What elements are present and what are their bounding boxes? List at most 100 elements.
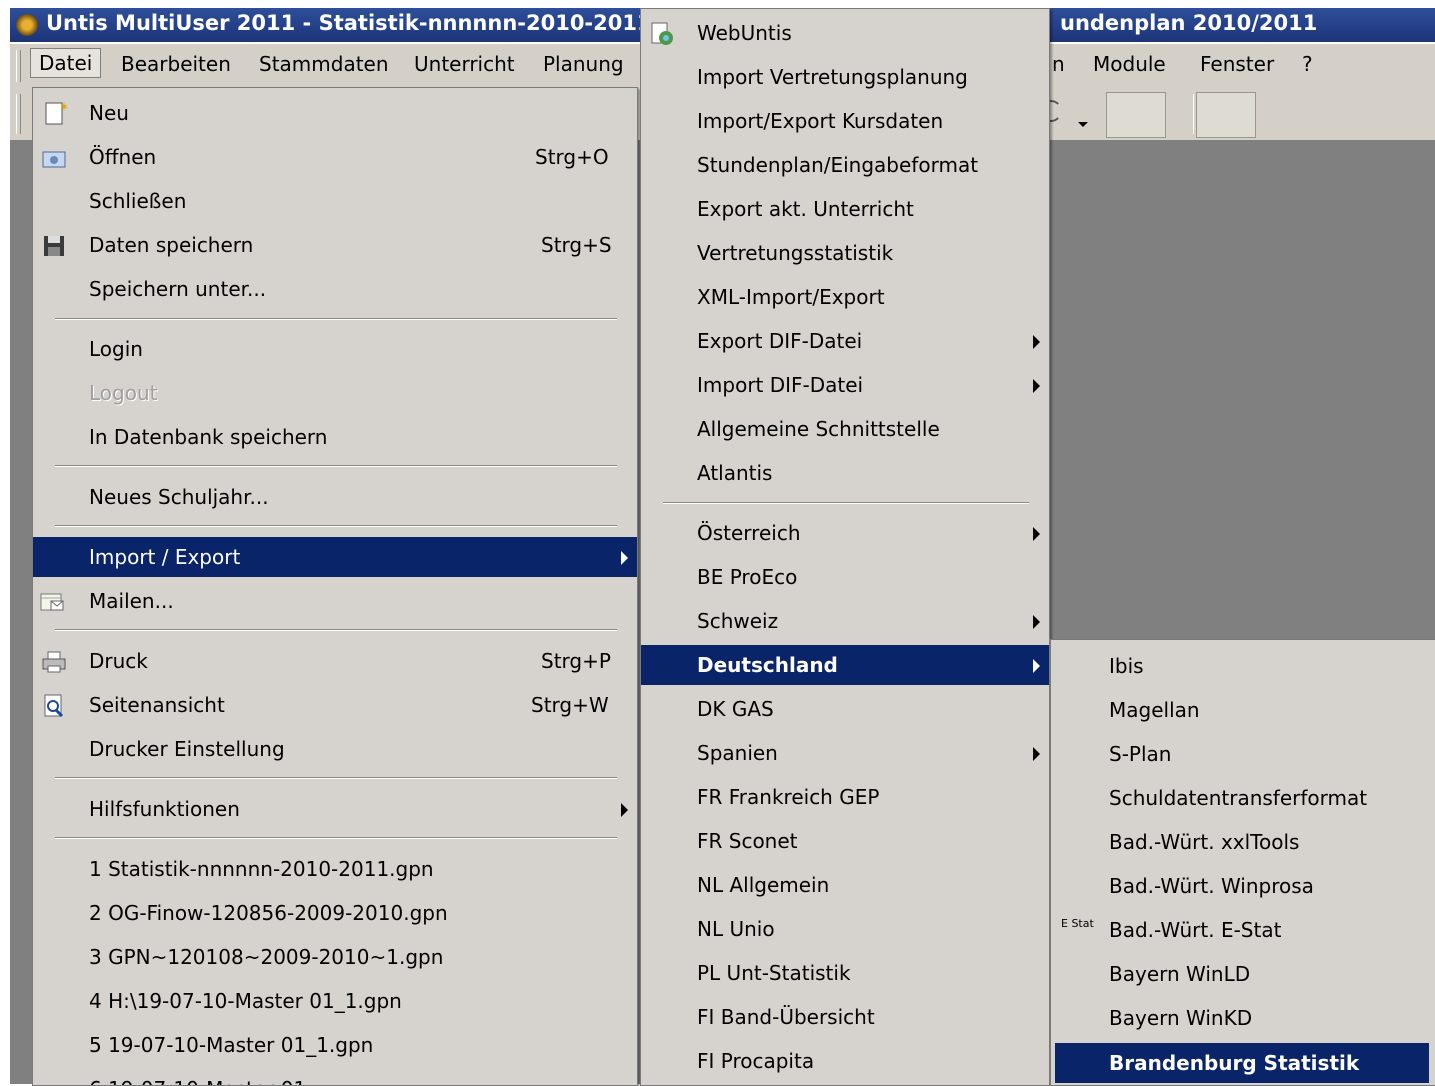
menu-item-be-proeco[interactable]: BE ProEco (641, 557, 1049, 597)
dropdown-arrow-icon[interactable] (1078, 122, 1088, 127)
menu-item-recent-file[interactable]: 3 GPN~120108~2009-2010~1.gpn (33, 937, 637, 977)
menu-module[interactable]: Module (1093, 52, 1166, 76)
menu-item-login[interactable]: Login (33, 329, 637, 369)
menu-item-spanien[interactable]: Spanien (641, 733, 1049, 773)
menu-item-mailen[interactable]: Mailen... (33, 581, 637, 621)
menu-item-neues-schuljahr[interactable]: Neues Schuljahr... (33, 477, 637, 517)
menu-stammdaten[interactable]: Stammdaten (259, 52, 389, 76)
menu-bearbeiten[interactable]: Bearbeiten (121, 52, 231, 76)
menu-item-label: Brandenburg Statistik (1109, 1051, 1360, 1075)
toolbar-button[interactable] (1196, 92, 1256, 138)
menu-item-schweiz[interactable]: Schweiz (641, 601, 1049, 641)
menu-item-export-akt-unterricht[interactable]: Export akt. Unterricht (641, 189, 1049, 229)
menu-planung[interactable]: Planung (543, 52, 624, 76)
submenu-arrow-icon (1033, 335, 1040, 349)
menu-item-bayern-winkd[interactable]: Bayern WinKD (1051, 998, 1435, 1038)
menu-item-label: Drucker Einstellung (89, 737, 285, 761)
submenu-arrow-icon (1033, 527, 1040, 541)
menu-partial-n[interactable]: n (1052, 52, 1065, 76)
menu-item-label: Vertretungsstatistik (697, 241, 894, 265)
menu-separator (55, 525, 617, 527)
window-title: Untis MultiUser 2011 - Statistik-nnnnnn-… (46, 11, 652, 35)
new-document-icon: ✶ (43, 100, 69, 127)
menu-item-dk-gas[interactable]: DK GAS (641, 689, 1049, 729)
menu-item-label: PL Unt-Statistik (697, 961, 851, 985)
menu-item-nl-allgemein[interactable]: NL Allgemein (641, 865, 1049, 905)
menu-item-ibis[interactable]: Ibis (1051, 646, 1435, 686)
menu-item-schliessen[interactable]: Schließen (33, 181, 637, 221)
menu-item-stundenplan-eingabeformat[interactable]: Stundenplan/Eingabeformat (641, 145, 1049, 185)
menu-item-label: Österreich (697, 521, 801, 545)
menu-item-label: Deutschland (697, 653, 838, 677)
menu-item-magellan[interactable]: Magellan (1051, 690, 1435, 730)
datei-menu: ✶ Neu Öffnen Strg+O Schließen Daten spei… (32, 87, 638, 1086)
menu-item-in-datenbank-speichern[interactable]: In Datenbank speichern (33, 417, 637, 457)
menu-item-label: Atlantis (697, 461, 773, 485)
menu-item-daten-speichern[interactable]: Daten speichern Strg+S (33, 225, 637, 265)
menu-item-recent-file[interactable]: 6 19-07-10-Master 01 (33, 1069, 637, 1085)
menu-item-label: 5 19-07-10-Master 01_1.gpn (89, 1033, 374, 1057)
menu-item-deutschland[interactable]: Deutschland (641, 645, 1049, 685)
menu-item-label: Neues Schuljahr... (89, 485, 269, 509)
menu-item-bad-wuert-e-stat[interactable]: E Stat Bad.-Würt. E-Stat (1051, 910, 1435, 950)
menu-item-oesterreich[interactable]: Österreich (641, 513, 1049, 553)
menu-item-bad-wuert-xxltools[interactable]: Bad.-Würt. xxlTools (1051, 822, 1435, 862)
menu-item-recent-file[interactable]: 5 19-07-10-Master 01_1.gpn (33, 1025, 637, 1065)
submenu-arrow-icon (621, 551, 628, 565)
menu-item-allgemeine-schnittstelle[interactable]: Allgemeine Schnittstelle (641, 409, 1049, 449)
menu-item-label: 4 H:\19-07-10-Master 01_1.gpn (89, 989, 402, 1013)
menu-item-nl-unio[interactable]: NL Unio (641, 909, 1049, 949)
menu-item-recent-file[interactable]: 1 Statistik-nnnnnn-2010-2011.gpn (33, 849, 637, 889)
menu-item-recent-file[interactable]: 2 OG-Finow-120856-2009-2010.gpn (33, 893, 637, 933)
import-export-menu: WebUntis Import Vertretungsplanung Impor… (640, 8, 1050, 1086)
menu-item-brandenburg-statistik[interactable]: Brandenburg Statistik (1055, 1043, 1429, 1083)
menu-item-fi-procapita[interactable]: FI Procapita (641, 1041, 1049, 1081)
menu-separator (55, 777, 617, 779)
menu-item-fr-sconet[interactable]: FR Sconet (641, 821, 1049, 861)
menu-item-fi-band-uebersicht[interactable]: FI Band-Übersicht (641, 997, 1049, 1037)
menu-item-label: Spanien (697, 741, 778, 765)
menu-item-schuldatentransferformat[interactable]: Schuldatentransferformat (1051, 778, 1435, 818)
menu-item-import-export-kursdaten[interactable]: Import/Export Kursdaten (641, 101, 1049, 141)
menu-item-atlantis[interactable]: Atlantis (641, 453, 1049, 493)
menu-item-import-export[interactable]: Import / Export (33, 537, 637, 577)
menu-item-export-dif-datei[interactable]: Export DIF-Datei (641, 321, 1049, 361)
menu-item-label: Login (89, 337, 143, 361)
menu-item-oeffnen[interactable]: Öffnen Strg+O (33, 137, 637, 177)
menu-item-neu[interactable]: ✶ Neu (33, 93, 637, 133)
menu-item-seitenansicht[interactable]: Seitenansicht Strg+W (33, 685, 637, 725)
menu-item-label: S-Plan (1109, 742, 1172, 766)
menu-item-label: NL Unio (697, 917, 775, 941)
svg-text:✶: ✶ (59, 101, 69, 114)
menu-item-vertretungsstatistik[interactable]: Vertretungsstatistik (641, 233, 1049, 273)
menu-item-label: Ibis (1109, 654, 1144, 678)
menu-item-druck[interactable]: Druck Strg+P (33, 641, 637, 681)
menu-item-s-plan[interactable]: S-Plan (1051, 734, 1435, 774)
menu-item-fr-frankreich-gep[interactable]: FR Frankreich GEP (641, 777, 1049, 817)
menu-item-label: Seitenansicht (89, 693, 225, 717)
menu-item-drucker-einstellung[interactable]: Drucker Einstellung (33, 729, 637, 769)
menu-item-label: FI Band-Übersicht (697, 1005, 875, 1029)
toolbar-button[interactable] (1106, 92, 1166, 138)
estat-icon: E Stat (1061, 917, 1094, 930)
menu-item-label: WebUntis (697, 21, 792, 45)
menu-datei[interactable]: Datei (30, 48, 102, 78)
menu-help[interactable]: ? (1302, 52, 1313, 76)
menu-item-bad-wuert-winprosa[interactable]: Bad.-Würt. Winprosa (1051, 866, 1435, 906)
menu-item-bayern-winld[interactable]: Bayern WinLD (1051, 954, 1435, 994)
menu-item-hilfsfunktionen[interactable]: Hilfsfunktionen (33, 789, 637, 829)
menu-item-webuntis[interactable]: WebUntis (641, 13, 1049, 53)
menu-item-recent-file[interactable]: 4 H:\19-07-10-Master 01_1.gpn (33, 981, 637, 1021)
menu-item-label: 2 OG-Finow-120856-2009-2010.gpn (89, 901, 448, 925)
menu-item-speichern-unter[interactable]: Speichern unter... (33, 269, 637, 309)
menu-item-label: Allgemeine Schnittstelle (697, 417, 940, 441)
menu-fenster[interactable]: Fenster (1200, 52, 1274, 76)
menu-item-import-vertretungsplanung[interactable]: Import Vertretungsplanung (641, 57, 1049, 97)
menu-item-shortcut: Strg+S (541, 233, 612, 257)
menu-unterricht[interactable]: Unterricht (414, 52, 515, 76)
menu-item-pl-unt-statistik[interactable]: PL Unt-Statistik (641, 953, 1049, 993)
webuntis-icon (649, 21, 675, 47)
menu-item-import-dif-datei[interactable]: Import DIF-Datei (641, 365, 1049, 405)
menu-item-label: 1 Statistik-nnnnnn-2010-2011.gpn (89, 857, 434, 881)
menu-item-xml-import-export[interactable]: XML-Import/Export (641, 277, 1049, 317)
